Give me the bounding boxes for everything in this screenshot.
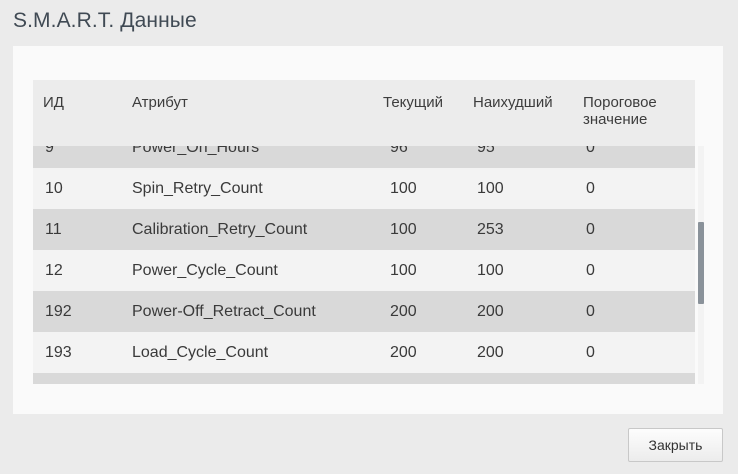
smart-table: ИД Атрибут Текущий Наихудший Пороговое з…	[33, 80, 715, 384]
cell-current: 100	[390, 262, 417, 279]
table-row: 9 Power_On_Hours 96 95 0	[33, 146, 695, 168]
table-rows: 9 Power_On_Hours 96 95 0 10 Spin_Retry_Count 10…	[33, 146, 695, 384]
cell-threshold: 0	[586, 344, 595, 361]
close-button[interactable]: Закрыть	[628, 428, 723, 462]
cell-attribute: Calibration_Retry_Count	[132, 221, 308, 238]
column-header-attribute: Атрибут	[132, 94, 188, 111]
cell-current: 96	[390, 146, 408, 156]
column-header-worst: Наихудший	[473, 94, 553, 111]
cell-id: 10	[45, 180, 63, 197]
cell-attribute: Power_Cycle_Count	[132, 262, 278, 279]
cell-threshold: 0	[586, 303, 595, 320]
cell-id: 11	[45, 221, 62, 238]
cell-worst: 100	[477, 180, 504, 197]
cell-worst: 200	[477, 303, 504, 320]
cell-worst: 95	[477, 146, 495, 156]
cell-id: 192	[45, 303, 72, 320]
cell-worst: 200	[477, 344, 504, 361]
cell-threshold: 0	[586, 221, 595, 238]
column-header-current: Текущий	[383, 94, 443, 111]
table-body[interactable]: 9 Power_On_Hours 96 95 0 10 Spin_Retry_Count 10…	[33, 146, 695, 384]
cell-attribute: Load_Cycle_Count	[132, 344, 269, 361]
cell-threshold: 0	[586, 262, 595, 279]
table-row: 192 Power-Off_Retract_Count 200 200 0	[33, 291, 695, 332]
cell-id: 12	[45, 262, 63, 279]
column-header-id: ИД	[43, 94, 64, 111]
cell-current: 100	[390, 180, 417, 197]
cell-threshold: 0	[586, 146, 595, 156]
dialog-title: S.M.A.R.T. Данные	[13, 9, 197, 32]
table-row	[33, 373, 695, 384]
cell-worst: 253	[477, 221, 504, 238]
column-header-threshold-line1: Пороговое	[583, 94, 657, 111]
scrollbar-thumb[interactable]	[698, 222, 704, 304]
cell-threshold: 0	[586, 180, 595, 197]
cell-current: 200	[390, 344, 417, 361]
table-row: 11 Calibration_Retry_Count 100 253 0	[33, 209, 695, 250]
smart-data-dialog: S.M.A.R.T. Данные ИД Атрибут Текущий Наи…	[0, 0, 738, 474]
table-header: ИД Атрибут Текущий Наихудший Пороговое з…	[33, 80, 695, 146]
table-scrollbar[interactable]	[698, 146, 704, 384]
table-row: 193 Load_Cycle_Count 200 200 0	[33, 332, 695, 373]
cell-attribute: Power_On_Hours	[132, 146, 260, 156]
column-header-threshold-line2: значение	[583, 111, 648, 128]
table-row: 12 Power_Cycle_Count 100 100 0	[33, 250, 695, 291]
cell-worst: 100	[477, 262, 504, 279]
cell-id: 9	[45, 146, 54, 156]
cell-id: 193	[45, 344, 72, 361]
column-header-threshold: Пороговое значение	[583, 94, 657, 128]
cell-attribute: Power-Off_Retract_Count	[132, 303, 316, 320]
cell-current: 100	[390, 221, 417, 238]
table-row: 10 Spin_Retry_Count 100 100 0	[33, 168, 695, 209]
cell-current: 200	[390, 303, 417, 320]
content-panel: ИД Атрибут Текущий Наихудший Пороговое з…	[13, 46, 723, 414]
cell-attribute: Spin_Retry_Count	[132, 180, 263, 197]
